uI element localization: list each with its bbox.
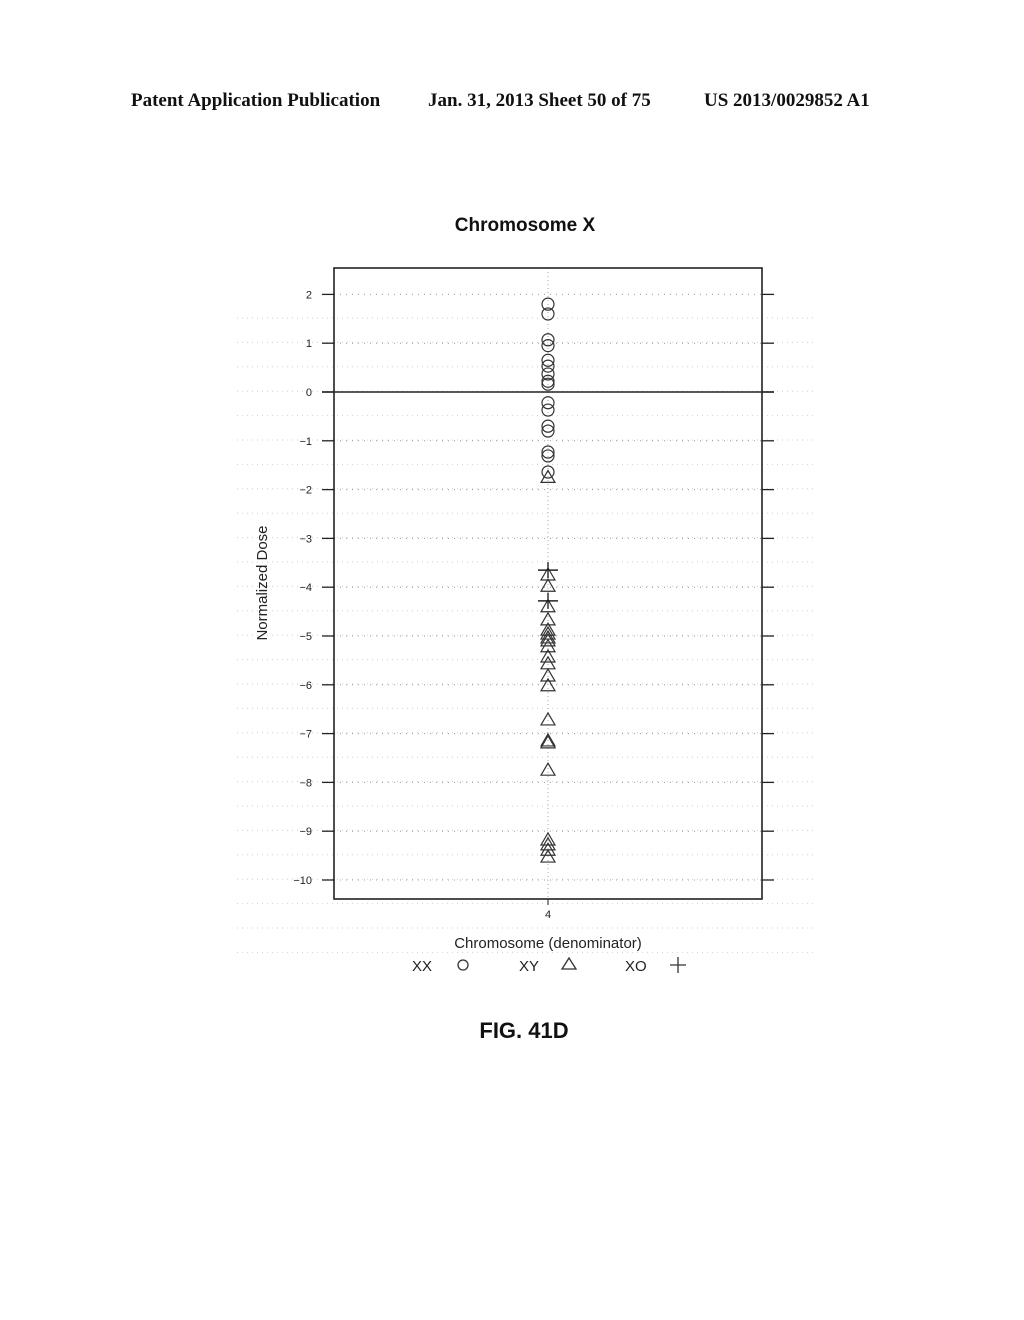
y-axis: 2 1 0 −1 −2 −3 −4 −5 −6 −7 −8 −9 −10	[293, 289, 774, 905]
point-xx-circle	[541, 396, 555, 410]
y-tick-label: −5	[299, 631, 312, 643]
legend-label-xy: XY	[519, 958, 539, 975]
y-tick-label: 2	[306, 289, 312, 301]
y-axis-label: Normalized Dose	[254, 525, 271, 640]
point-xo-cross	[538, 562, 558, 579]
legend-label-xo: XO	[625, 958, 647, 975]
legend-cross-marker	[670, 957, 686, 973]
point-xx-circle	[541, 374, 555, 388]
figure-label: FIG. 41D	[479, 1018, 569, 1043]
point-xo-cross	[538, 592, 558, 609]
y-tick-label: 1	[306, 338, 312, 350]
y-tick-label: −6	[299, 680, 312, 692]
y-tick-label: −8	[299, 777, 312, 789]
background-grid	[237, 268, 815, 953]
legend-circle-marker	[457, 959, 469, 971]
point-xx-circle	[541, 403, 555, 417]
x-axis-label: Chromosome (denominator)	[454, 935, 642, 952]
data-points	[538, 297, 558, 863]
y-tick-label: −10	[293, 875, 312, 887]
x-tick-label: 4	[545, 909, 551, 921]
point-xy-triangle	[539, 578, 557, 592]
chart: Chromosome X 210−1−2−3−4−5−6−7−8−9−10 4 …	[237, 215, 815, 975]
legend-triangle-marker	[560, 956, 578, 970]
y-tick-label: −3	[299, 533, 312, 545]
chart-title: Chromosome X	[455, 215, 596, 236]
y-tick-label: −1	[299, 436, 312, 448]
legend: XX XY XO	[412, 956, 686, 975]
y-tick-label: −7	[299, 729, 312, 741]
legend-label-xx: XX	[412, 958, 432, 975]
point-xy-triangle	[539, 711, 557, 726]
y-tick-label: −2	[299, 485, 312, 497]
y-tick-label: 0	[306, 387, 312, 399]
y-tick-label: −9	[299, 826, 312, 838]
y-tick-label: −4	[299, 582, 312, 594]
